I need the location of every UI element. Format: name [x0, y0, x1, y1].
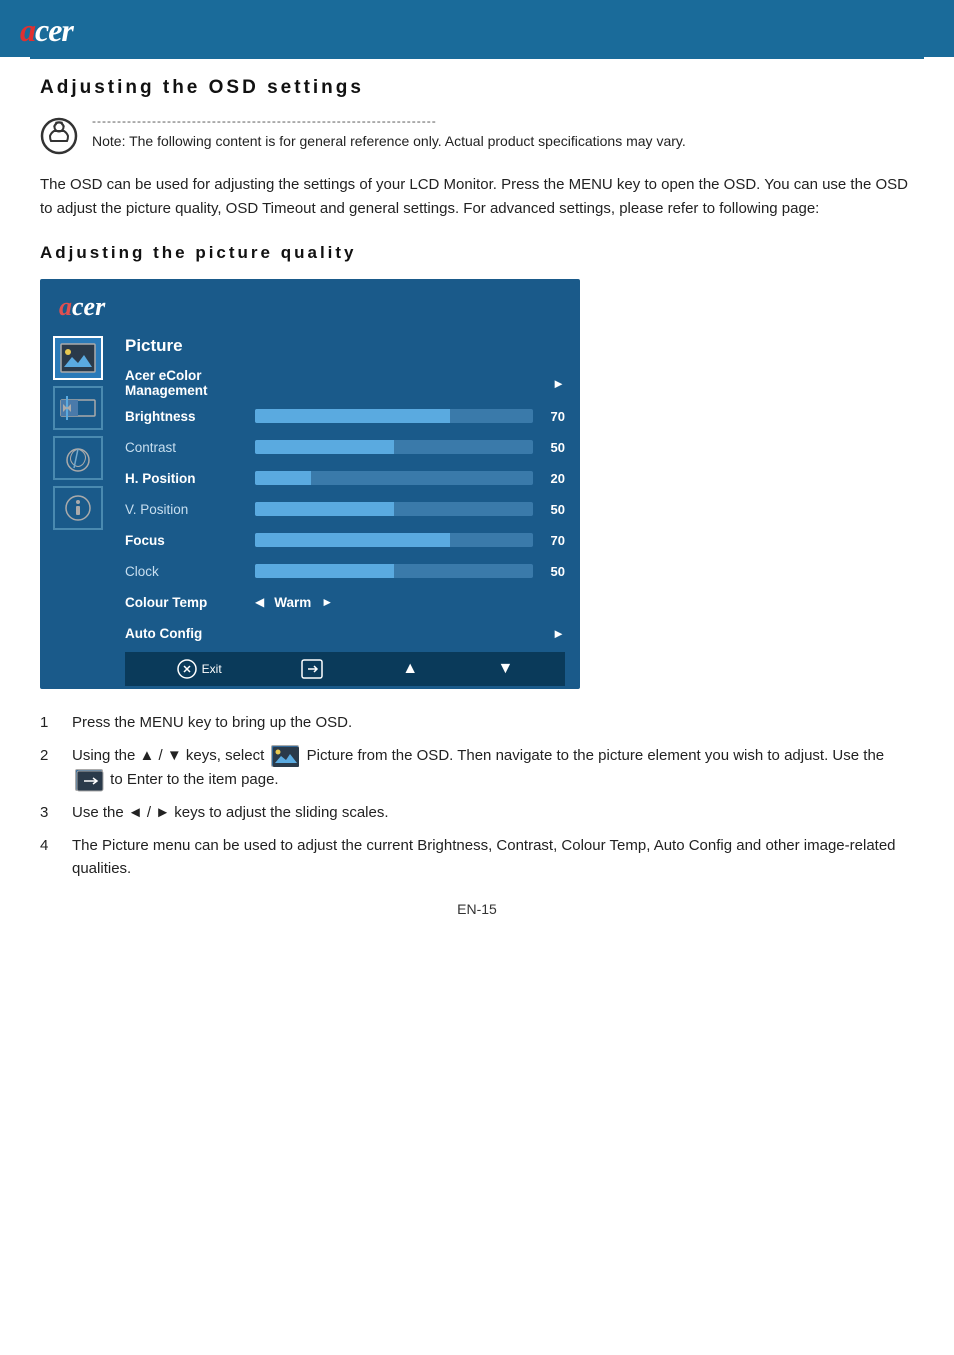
osd-value-vposition: 50: [541, 502, 565, 517]
osd-footer-up: ▲: [402, 660, 418, 678]
osd-slider-focus: 70: [255, 533, 565, 548]
osd-main-content: Picture Acer eColor Management ► Brightn…: [113, 328, 577, 686]
osd-header: acer: [43, 282, 577, 328]
step-2-num: 2: [40, 744, 62, 767]
osd-sidebar-color: [53, 436, 103, 480]
step-1-num: 1: [40, 711, 62, 734]
step-3: 3 Use the ◄ / ► keys to adjust the slidi…: [40, 801, 914, 824]
osd-footer-enter: [301, 659, 323, 679]
osd-slider-hposition-fill: [255, 471, 311, 485]
step-3-text: Use the ◄ / ► keys to adjust the sliding…: [72, 801, 914, 824]
osd-slider-brightness: 70: [255, 409, 565, 424]
osd-slider-brightness-fill: [255, 409, 450, 423]
osd-slider-hposition-track: [255, 471, 533, 485]
osd-slider-clock-fill: [255, 564, 394, 578]
osd-arrow-right-colourtemp: ►: [321, 595, 333, 609]
osd-body: Picture Acer eColor Management ► Brightn…: [43, 328, 577, 686]
osd-row-contrast: Contrast 50: [125, 434, 565, 460]
osd-slider-focus-track: [255, 533, 533, 547]
osd-value-brightness: 70: [541, 409, 565, 424]
step-1: 1 Press the MENU key to bring up the OSD…: [40, 711, 914, 734]
step-2: 2 Using the ▲ / ▼ keys, select Picture f…: [40, 744, 914, 791]
osd-section-title: Picture: [125, 336, 565, 360]
osd-footer-exit-label: Exit: [202, 662, 222, 676]
note-icon: [40, 117, 78, 155]
osd-label-hposition: H. Position: [125, 471, 255, 486]
osd-slider-vposition-track: [255, 502, 533, 516]
osd-value-hposition: 20: [541, 471, 565, 486]
osd-sidebar-brightness: [53, 386, 103, 430]
steps-list: 1 Press the MENU key to bring up the OSD…: [40, 711, 914, 881]
osd-slider-clock: 50: [255, 564, 565, 579]
note-box: ----------------------------------------…: [40, 115, 914, 155]
osd-row-vposition: V. Position 50: [125, 496, 565, 522]
osd-slider-vposition-fill: [255, 502, 394, 516]
osd-screenshot: acer: [40, 279, 580, 689]
note-dashes: ----------------------------------------…: [92, 115, 914, 127]
osd-sidebar-picture: [53, 336, 103, 380]
osd-label-contrast: Contrast: [125, 440, 255, 455]
acer-logo-header: acer: [20, 12, 73, 49]
osd-row-brightness: Brightness 70: [125, 403, 565, 429]
osd-value-clock: 50: [541, 564, 565, 579]
osd-footer-down: ▼: [497, 660, 513, 678]
osd-label-ecolor: Acer eColor Management: [125, 368, 255, 398]
osd-label-autoconfig: Auto Config: [125, 626, 255, 641]
osd-slider-contrast-fill: [255, 440, 394, 454]
osd-label-focus: Focus: [125, 533, 255, 548]
osd-slider-clock-track: [255, 564, 533, 578]
osd-label-colourtemp: Colour Temp: [125, 595, 255, 610]
osd-sidebar: [43, 328, 113, 686]
section1-title: Adjusting the OSD settings: [40, 77, 914, 99]
osd-slider-hposition: 20: [255, 471, 565, 486]
step-4-text: The Picture menu can be used to adjust t…: [72, 834, 914, 881]
main-content: Adjusting the OSD settings -------------…: [0, 59, 954, 947]
main-paragraph: The OSD can be used for adjusting the se…: [40, 173, 914, 221]
page-number: EN-15: [40, 901, 914, 917]
osd-row-ecolor: Acer eColor Management ►: [125, 368, 565, 398]
osd-row-hposition: H. Position 20: [125, 465, 565, 491]
step-2-text: Using the ▲ / ▼ keys, select Picture fro…: [72, 744, 914, 791]
osd-slider-vposition: 50: [255, 502, 565, 517]
osd-arrow-left-colourtemp: ◀: [255, 595, 264, 609]
step-1-text: Press the MENU key to bring up the OSD.: [72, 711, 914, 734]
note-content: ----------------------------------------…: [92, 115, 914, 152]
osd-value-colourtemp: Warm: [274, 595, 311, 610]
osd-row-colourtemp: Colour Temp ◀ Warm ►: [125, 589, 565, 615]
osd-footer-exit: Exit: [177, 659, 222, 679]
page-header: acer: [0, 0, 954, 57]
section2-title: Adjusting the picture quality: [40, 243, 914, 263]
osd-row-focus: Focus 70: [125, 527, 565, 553]
osd-slider-brightness-track: [255, 409, 533, 423]
osd-label-clock: Clock: [125, 564, 255, 579]
osd-label-brightness: Brightness: [125, 409, 255, 424]
step-4: 4 The Picture menu can be used to adjust…: [40, 834, 914, 881]
step-4-num: 4: [40, 834, 62, 857]
osd-logo: acer: [59, 292, 561, 322]
osd-label-vposition: V. Position: [125, 502, 255, 517]
osd-value-contrast: 50: [541, 440, 565, 455]
osd-row-clock: Clock 50: [125, 558, 565, 584]
osd-slider-focus-fill: [255, 533, 450, 547]
osd-sidebar-info: [53, 486, 103, 530]
step-3-num: 3: [40, 801, 62, 824]
osd-slider-contrast: 50: [255, 440, 565, 455]
note-text: Note: The following content is for gener…: [92, 131, 914, 152]
osd-value-focus: 70: [541, 533, 565, 548]
osd-footer: Exit ▲ ▼: [125, 652, 565, 686]
osd-slider-contrast-track: [255, 440, 533, 454]
osd-row-autoconfig: Auto Config ►: [125, 620, 565, 646]
